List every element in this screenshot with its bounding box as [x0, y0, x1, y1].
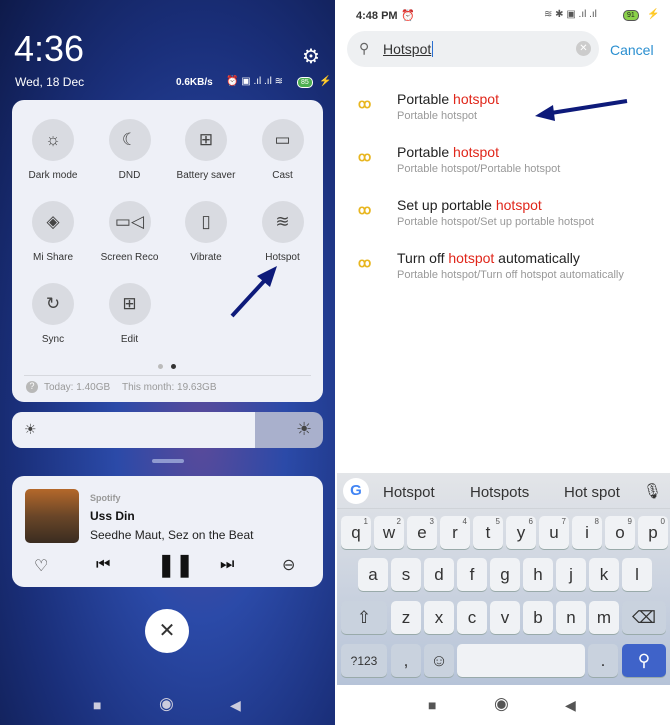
key-y[interactable]: y6: [506, 516, 536, 549]
symbols-key[interactable]: ?123: [341, 644, 387, 677]
nav-home-icon[interactable]: ◉: [494, 694, 509, 714]
key-number-hint: 7: [561, 517, 566, 526]
key-number-hint: 1: [363, 517, 368, 526]
key-number-hint: 6: [528, 517, 533, 526]
suggestion-2[interactable]: Hotspots: [470, 484, 529, 501]
nav-back-icon[interactable]: ◀: [565, 697, 576, 714]
key-label: t: [485, 522, 491, 542]
key-w[interactable]: w2: [374, 516, 404, 549]
comma-key[interactable]: ,: [391, 644, 421, 677]
key-u[interactable]: u7: [539, 516, 569, 549]
suggestion-1[interactable]: Hotspot: [383, 484, 435, 501]
key-k[interactable]: k: [589, 558, 619, 591]
annotation-arrow: [535, 99, 628, 121]
annotation-arrow: [230, 266, 277, 318]
key-label: j: [569, 564, 573, 584]
key-label: x: [434, 607, 444, 627]
emoji-key[interactable]: ☺: [424, 644, 454, 677]
key-label: v: [500, 607, 510, 627]
key-x[interactable]: x: [424, 601, 454, 634]
key-g[interactable]: g: [490, 558, 520, 591]
key-d[interactable]: d: [424, 558, 454, 591]
key-label: m: [596, 607, 612, 627]
suggestion-3[interactable]: Hot spot: [564, 484, 620, 501]
key-o[interactable]: o9: [605, 516, 635, 549]
key-number-hint: 3: [429, 517, 434, 526]
key-l[interactable]: l: [622, 558, 652, 591]
key-label: p: [648, 522, 658, 542]
microphone-icon[interactable]: 🎙: [643, 482, 662, 500]
key-number-hint: 0: [660, 517, 665, 526]
key-label: b: [533, 607, 543, 627]
key-number-hint: 8: [594, 517, 599, 526]
key-label: ?123: [350, 653, 378, 668]
key-number-hint: 2: [396, 517, 401, 526]
key-a[interactable]: a: [358, 558, 388, 591]
search-result[interactable]: ꝏ Turn off hotspot automatically Portabl…: [337, 248, 670, 296]
hotspot-link-icon: ꝏ: [358, 202, 372, 217]
key-number-hint: 4: [462, 517, 467, 526]
key-j[interactable]: j: [556, 558, 586, 591]
key-label: n: [566, 607, 576, 627]
settings-search-screen: 4:48 PM ⏰ ≋ ✱ ▣ .ıl .ıl 91 ⚡ ⚲ Hotspot ✕…: [337, 0, 670, 725]
key-n[interactable]: n: [556, 601, 586, 634]
key-z[interactable]: z: [391, 601, 421, 634]
key-f[interactable]: f: [457, 558, 487, 591]
nav-bar: ■ ◉ ◀: [337, 685, 670, 725]
key-c[interactable]: c: [457, 601, 487, 634]
result-title: Turn off hotspot automatically: [397, 250, 580, 266]
result-path: Portable hotspot/Set up portable hotspot: [397, 216, 594, 228]
search-key[interactable]: ⚲: [622, 644, 666, 677]
key-b[interactable]: b: [523, 601, 553, 634]
key-label: g: [500, 564, 510, 584]
key-e[interactable]: e3: [407, 516, 437, 549]
shift-key[interactable]: ⇧: [341, 601, 387, 634]
key-label: y: [516, 522, 526, 542]
google-icon[interactable]: G: [343, 478, 369, 504]
key-label: z: [401, 607, 411, 627]
key-label: w: [382, 522, 396, 542]
key-label: c: [467, 607, 477, 627]
search-result[interactable]: ꝏ Set up portable hotspot Portable hotsp…: [337, 195, 670, 243]
nav-recents-icon[interactable]: ■: [428, 697, 436, 713]
control-center-screen: 4:36 Wed, 18 Dec ⚙ 0.6KB/s ⏰ ▣ .ıl .ıl ≋…: [0, 0, 335, 725]
key-s[interactable]: s: [391, 558, 421, 591]
hotspot-link-icon: ꝏ: [358, 255, 372, 270]
key-label: f: [469, 564, 475, 584]
key-label: ,: [403, 650, 409, 670]
key-label: i: [585, 522, 589, 542]
key-label: a: [368, 564, 378, 584]
key-number-hint: 9: [627, 517, 632, 526]
key-label: o: [615, 522, 625, 542]
key-t[interactable]: t5: [473, 516, 503, 549]
key-label: .: [600, 650, 606, 670]
key-label: d: [434, 564, 444, 584]
key-h[interactable]: h: [523, 558, 553, 591]
divider: [337, 508, 670, 509]
result-path: Portable hotspot/Turn off hotspot automa…: [397, 269, 624, 281]
space-key[interactable]: [457, 644, 585, 677]
backspace-key[interactable]: ⌫: [622, 601, 666, 634]
key-label: r: [452, 522, 458, 542]
key-q[interactable]: q1: [341, 516, 371, 549]
key-number-hint: 5: [495, 517, 500, 526]
key-label: k: [599, 564, 609, 584]
key-label: l: [635, 564, 639, 584]
period-key[interactable]: .: [588, 644, 618, 677]
key-label: h: [533, 564, 543, 584]
key-label: s: [401, 564, 411, 584]
key-label: u: [549, 522, 559, 542]
key-r[interactable]: r4: [440, 516, 470, 549]
key-m[interactable]: m: [589, 601, 619, 634]
key-label: q: [351, 522, 361, 542]
key-i[interactable]: i8: [572, 516, 602, 549]
key-p[interactable]: p0: [638, 516, 668, 549]
key-v[interactable]: v: [490, 601, 520, 634]
key-label: e: [417, 522, 427, 542]
